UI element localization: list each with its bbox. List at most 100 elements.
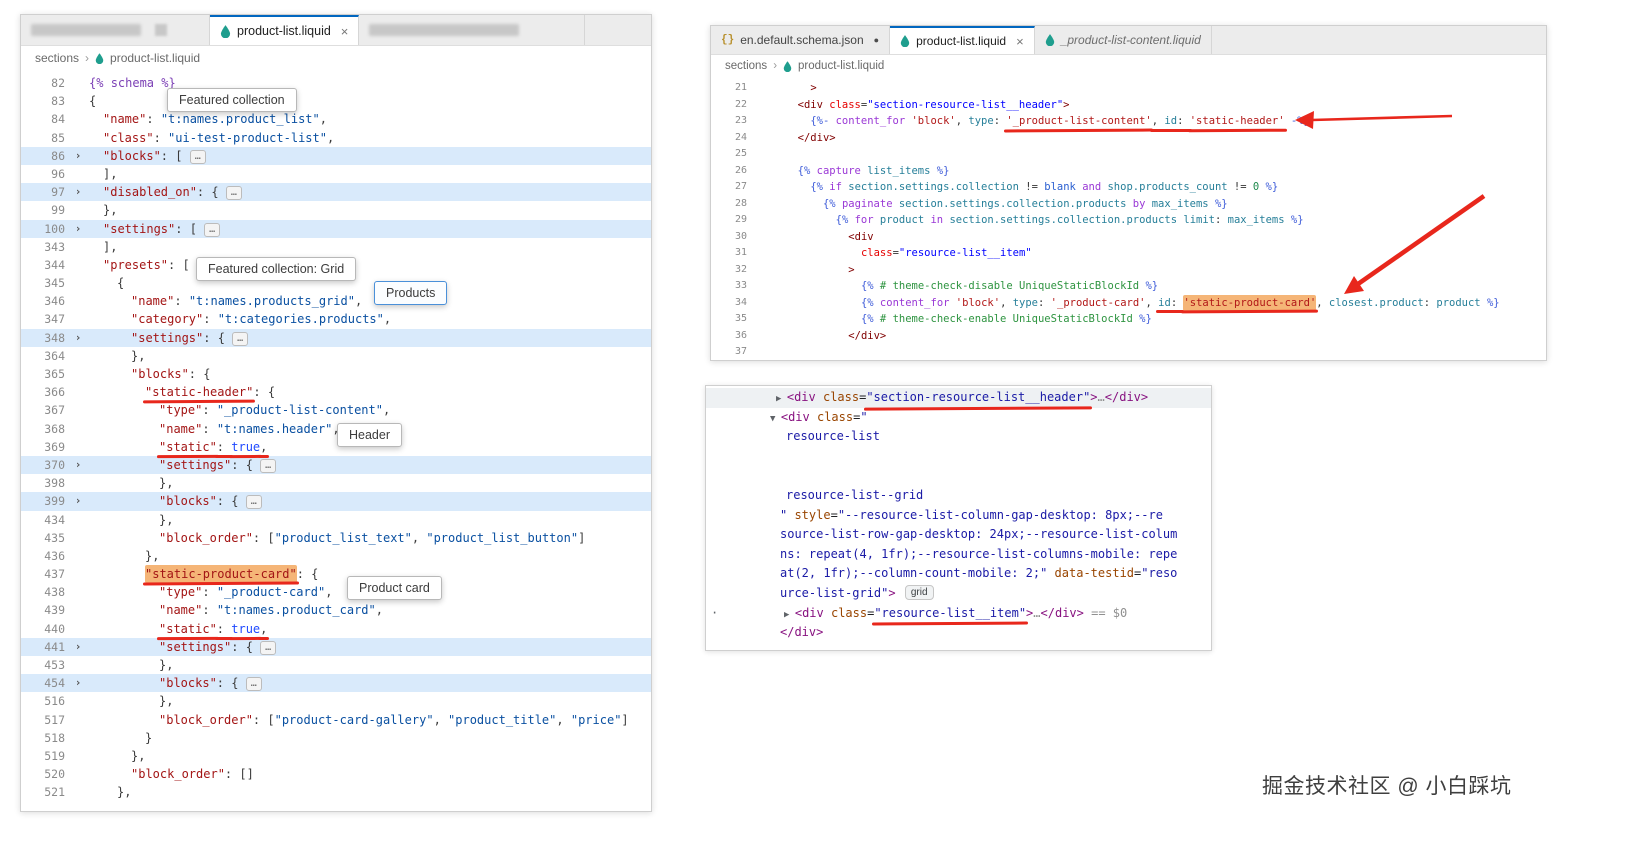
fold-chevron-icon[interactable]: ›: [71, 220, 85, 238]
line-number[interactable]: 347: [21, 310, 71, 328]
dom-tree-row[interactable]: resource-list: [706, 427, 1211, 447]
code-line[interactable]: 435 "block_order": ["product_list_text", …: [21, 529, 651, 547]
code-line[interactable]: 82 {% schema %}: [21, 74, 651, 92]
dom-tree-row[interactable]: urce-list-grid"> grid: [706, 584, 1211, 604]
line-number[interactable]: 364: [21, 347, 71, 365]
dom-tree-row[interactable]: at(2, 1fr);--column-count-mobile: 2;" da…: [706, 564, 1211, 584]
line-number[interactable]: 30: [711, 229, 757, 246]
dom-tree[interactable]: ▶ <div class="section-resource-list__hea…: [706, 388, 1211, 643]
line-number[interactable]: 345: [21, 274, 71, 292]
line-number[interactable]: 32: [711, 262, 757, 279]
line-number[interactable]: 82: [21, 74, 71, 92]
tab-product-list-liquid[interactable]: product-list.liquid ×: [890, 26, 1035, 54]
line-number[interactable]: 517: [21, 711, 71, 729]
line-number[interactable]: 100: [21, 220, 71, 238]
line-number[interactable]: 31: [711, 245, 757, 262]
code-line[interactable]: 439 "name": "t:names.product_card",: [21, 601, 651, 619]
code-line[interactable]: 365 "blocks": {: [21, 365, 651, 383]
fold-chevron-icon[interactable]: ›: [71, 147, 85, 165]
code-line[interactable]: 441 › "settings": { …: [21, 637, 651, 656]
tab-redacted-1[interactable]: [21, 15, 210, 45]
left-code-editor[interactable]: 82 {% schema %} 83{84 "name": "t:names.prod…: [21, 70, 651, 802]
code-line[interactable]: 96],: [21, 165, 651, 183]
line-number[interactable]: 23: [711, 113, 757, 130]
code-line[interactable]: 24 </div>: [711, 130, 1546, 147]
line-number[interactable]: 99: [21, 201, 71, 219]
line-number[interactable]: 370: [21, 456, 71, 474]
dom-tree-row[interactable]: [706, 447, 1211, 467]
fold-chevron-icon[interactable]: ›: [71, 329, 85, 347]
code-line[interactable]: 32 >: [711, 262, 1546, 279]
dom-tree-row[interactable]: ▶ <div class="section-resource-list__hea…: [706, 388, 1211, 408]
code-line[interactable]: 517 "block_order": ["product-card-gallery…: [21, 711, 651, 729]
breadcrumb-sections[interactable]: sections: [725, 60, 767, 72]
line-number[interactable]: 519: [21, 747, 71, 765]
code-line[interactable]: 454 › "blocks": { …: [21, 674, 651, 693]
line-number[interactable]: 369: [21, 438, 71, 456]
line-number[interactable]: 33: [711, 278, 757, 295]
line-number[interactable]: 29: [711, 212, 757, 229]
code-line[interactable]: 33 {% # theme-check-disable UniqueStaticB…: [711, 278, 1546, 295]
right-code-editor[interactable]: 21 >22 <div class="section-resource-list__…: [711, 77, 1546, 361]
line-number[interactable]: 516: [21, 692, 71, 710]
line-number[interactable]: 521: [21, 783, 71, 801]
line-number[interactable]: 36: [711, 328, 757, 345]
tab-redacted-2[interactable]: [359, 15, 586, 45]
line-number[interactable]: 24: [711, 130, 757, 147]
code-line[interactable]: 83{: [21, 92, 651, 110]
line-number[interactable]: 453: [21, 656, 71, 674]
line-number[interactable]: 439: [21, 601, 71, 619]
line-number[interactable]: 399: [21, 492, 71, 510]
code-line[interactable]: 86 › "blocks": [ …: [21, 146, 651, 165]
code-line[interactable]: 398},: [21, 474, 651, 492]
line-number[interactable]: 37: [711, 344, 757, 361]
code-line[interactable]: 27 {% if section.settings.collection != b…: [711, 179, 1546, 196]
line-number[interactable]: 434: [21, 511, 71, 529]
line-number[interactable]: 365: [21, 365, 71, 383]
code-line[interactable]: 369 "static": true,: [21, 438, 651, 456]
line-number[interactable]: 436: [21, 547, 71, 565]
code-line[interactable]: 437 "static-product-card": {: [21, 565, 651, 584]
line-number[interactable]: 435: [21, 529, 71, 547]
line-number[interactable]: 85: [21, 129, 71, 147]
line-number[interactable]: 26: [711, 163, 757, 180]
fold-chevron-icon[interactable]: ›: [71, 492, 85, 510]
fold-chevron-icon[interactable]: ›: [71, 674, 85, 692]
code-line[interactable]: 31 class="resource-list__item": [711, 245, 1546, 262]
line-number[interactable]: 83: [21, 92, 71, 110]
code-line[interactable]: 36 </div>: [711, 328, 1546, 345]
tab-product-list-liquid[interactable]: product-list.liquid ×: [210, 15, 360, 45]
line-number[interactable]: 437: [21, 565, 71, 583]
dom-tree-row[interactable]: ns: repeat(4, 1fr);--resource-list-colum…: [706, 545, 1211, 565]
dom-tree-row[interactable]: resource-list--grid: [706, 486, 1211, 506]
code-line[interactable]: 438 "type": "_product-card",: [21, 583, 651, 601]
line-number[interactable]: 25: [711, 146, 757, 163]
code-line[interactable]: 35 {% # theme-check-enable UniqueStaticBl…: [711, 311, 1546, 328]
line-number[interactable]: 84: [21, 110, 71, 128]
line-number[interactable]: 34: [711, 295, 757, 312]
tab-product-list-content-liquid[interactable]: _product-list-content.liquid: [1034, 26, 1212, 54]
code-line[interactable]: 436},: [21, 547, 651, 565]
code-line[interactable]: 97 › "disabled_on": { …: [21, 183, 651, 202]
code-line[interactable]: 518}: [21, 729, 651, 747]
breadcrumb-sections[interactable]: sections: [35, 51, 79, 65]
close-tab-icon[interactable]: ×: [341, 24, 349, 39]
code-line[interactable]: 346 "name": "t:names.products_grid",: [21, 292, 651, 310]
code-line[interactable]: 367 "type": "_product-list-content",: [21, 401, 651, 419]
line-number[interactable]: 344: [21, 256, 71, 274]
line-number[interactable]: 520: [21, 765, 71, 783]
dom-tree-row[interactable]: ▶ <div class="resource-list__item">…</di…: [706, 604, 1211, 624]
fold-chevron-icon[interactable]: ›: [71, 456, 85, 474]
code-line[interactable]: 34 {% content_for 'block', type: '_produc…: [711, 294, 1546, 312]
tab-en-default-schema-json[interactable]: {} en.default.schema.json ●: [711, 26, 891, 54]
code-line[interactable]: 520 "block_order": []: [21, 765, 651, 783]
code-line[interactable]: 366 "static-header": {: [21, 383, 651, 401]
code-line[interactable]: 30 <div: [711, 229, 1546, 246]
dom-tree-row[interactable]: </div>: [706, 623, 1211, 643]
breadcrumb-file[interactable]: product-list.liquid: [798, 60, 884, 72]
code-line[interactable]: 521},: [21, 783, 651, 801]
line-number[interactable]: 366: [21, 383, 71, 401]
code-line[interactable]: 85 "class": "ui-test-product-list",: [21, 129, 651, 147]
line-number[interactable]: 398: [21, 474, 71, 492]
line-number[interactable]: 367: [21, 401, 71, 419]
